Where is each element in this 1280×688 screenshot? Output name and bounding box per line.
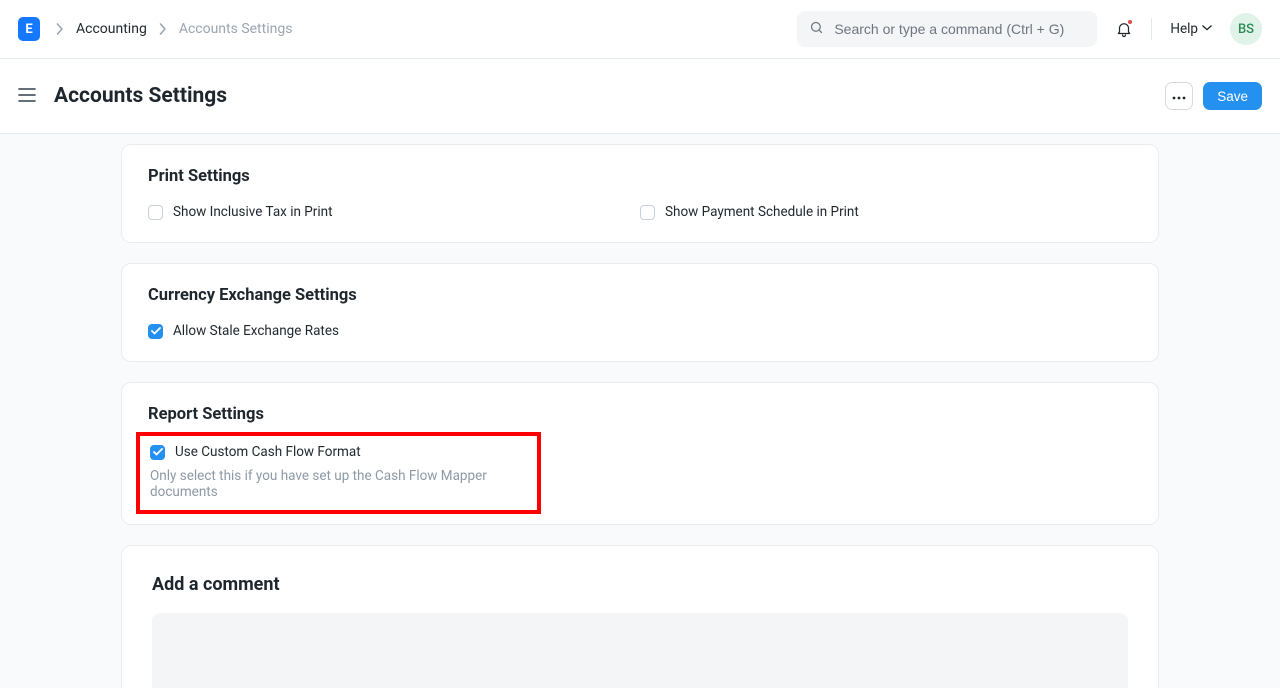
print-settings-heading: Print Settings (148, 167, 1132, 186)
allow-stale-rates-checkbox[interactable]: Allow Stale Exchange Rates (148, 323, 1132, 339)
comment-heading: Add a comment (152, 574, 1128, 595)
checkbox-icon (148, 324, 163, 339)
checkbox-label: Allow Stale Exchange Rates (173, 323, 339, 339)
chevron-right-icon (159, 23, 167, 35)
app-logo[interactable]: E (18, 17, 40, 41)
report-settings-card: Report Settings Use Custom Cash Flow For… (121, 382, 1159, 525)
breadcrumb: Accounting Accounts Settings (56, 21, 292, 37)
report-settings-heading: Report Settings (148, 405, 1132, 424)
currency-settings-heading: Currency Exchange Settings (148, 286, 1132, 305)
help-label: Help (1170, 21, 1198, 37)
more-actions-button[interactable] (1165, 82, 1193, 110)
save-button[interactable]: Save (1203, 82, 1262, 110)
checkbox-label: Show Payment Schedule in Print (665, 204, 859, 220)
user-avatar[interactable]: BS (1230, 13, 1262, 45)
avatar-initials: BS (1238, 22, 1254, 37)
content-area: Print Settings Show Inclusive Tax in Pri… (0, 134, 1280, 688)
search-input[interactable] (834, 21, 1085, 37)
comment-card: Add a comment (121, 545, 1159, 688)
breadcrumb-current: Accounts Settings (179, 21, 293, 37)
show-inclusive-tax-checkbox[interactable]: Show Inclusive Tax in Print (148, 204, 640, 220)
search-icon (809, 20, 824, 39)
help-menu[interactable]: Help (1170, 21, 1212, 37)
app-logo-letter: E (25, 22, 32, 37)
menu-toggle[interactable] (18, 87, 36, 106)
page-header: Accounts Settings Save (0, 59, 1280, 134)
print-settings-card: Print Settings Show Inclusive Tax in Pri… (121, 144, 1159, 243)
checkbox-icon (148, 205, 163, 220)
top-navbar: E Accounting Accounts Settings Help (0, 0, 1280, 59)
checkbox-label: Show Inclusive Tax in Print (173, 204, 333, 220)
currency-settings-card: Currency Exchange Settings Allow Stale E… (121, 263, 1159, 362)
ellipsis-icon (1172, 88, 1186, 104)
comment-input[interactable] (152, 613, 1128, 688)
page-title: Accounts Settings (54, 84, 227, 108)
custom-cash-flow-checkbox[interactable]: Use Custom Cash Flow Format (150, 444, 527, 460)
global-search[interactable] (797, 11, 1097, 47)
breadcrumb-root[interactable]: Accounting (76, 21, 147, 37)
checkbox-icon (640, 205, 655, 220)
chevron-down-icon (1202, 21, 1212, 37)
notifications-button[interactable] (1115, 20, 1133, 38)
custom-cash-flow-help: Only select this if you have set up the … (150, 468, 527, 500)
checkbox-label: Use Custom Cash Flow Format (175, 444, 361, 460)
divider (1151, 18, 1152, 40)
highlighted-region: Use Custom Cash Flow Format Only select … (136, 432, 541, 514)
checkbox-icon (150, 445, 165, 460)
chevron-right-icon (56, 23, 64, 35)
show-payment-schedule-checkbox[interactable]: Show Payment Schedule in Print (640, 204, 1132, 220)
